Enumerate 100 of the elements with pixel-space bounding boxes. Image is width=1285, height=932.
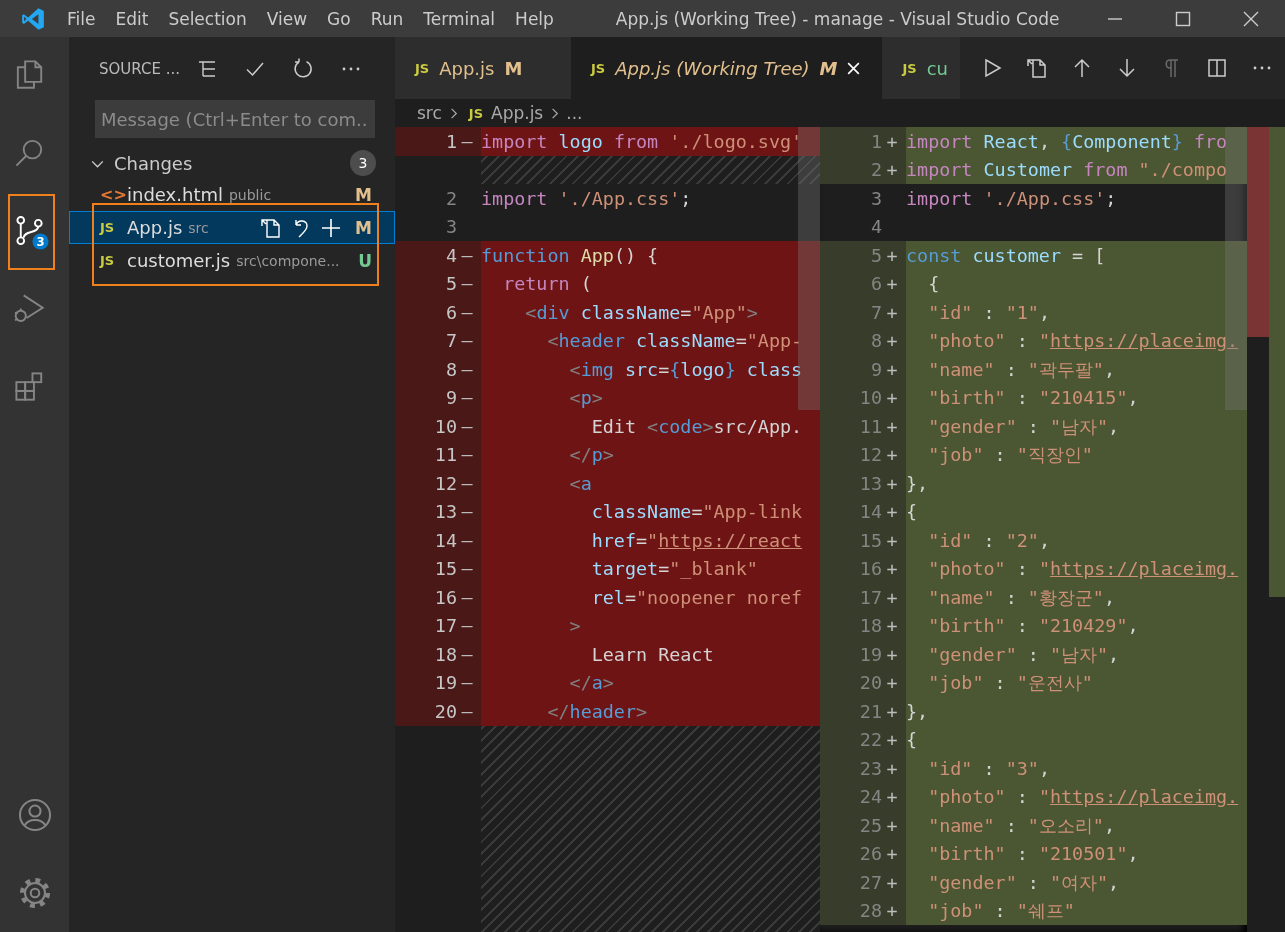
line-number: 21 <box>858 700 882 722</box>
line-number: 12 <box>858 444 882 466</box>
line-number: 19 <box>858 643 882 665</box>
count-badge: 3 <box>350 150 376 176</box>
menu-item[interactable]: Run <box>360 8 414 29</box>
line-number: 9 <box>444 387 457 409</box>
line-number: 20 <box>858 672 882 694</box>
diff-marker: — <box>460 130 474 152</box>
line-number: 10 <box>858 387 882 409</box>
change-entry[interactable]: <>index.html public M <box>69 178 395 211</box>
status-letter: U <box>358 250 372 271</box>
menu-item[interactable]: Go <box>317 8 361 29</box>
line-number: 4 <box>869 216 882 238</box>
file-type-icon: JS <box>468 105 484 121</box>
line-number: 5 <box>444 273 457 295</box>
diff-marker: + <box>885 415 899 437</box>
panel-title: SOURCE ... <box>99 59 181 78</box>
breadcrumb-item[interactable]: src <box>417 103 442 123</box>
line-number: 7 <box>869 301 882 323</box>
diff-marker: — <box>460 387 474 409</box>
editor-tab[interactable]: JS App.js M <box>395 37 571 99</box>
line-number: 19 <box>433 672 457 694</box>
code-line: function App() { <box>481 244 659 266</box>
line-number: 17 <box>858 586 882 608</box>
file-type-icon: JS <box>415 60 430 76</box>
menu-item[interactable]: Terminal <box>413 8 506 29</box>
line-number: 18 <box>433 643 457 665</box>
line-number: 15 <box>858 529 882 551</box>
diff-marker: — <box>460 273 474 295</box>
diff-marker: — <box>460 586 474 608</box>
line-number: 24 <box>858 786 882 808</box>
diff-marker: + <box>885 700 899 722</box>
diff-marker: + <box>885 301 899 323</box>
diff-marker: + <box>885 729 899 751</box>
code-line: "id" : "2", <box>927 529 1050 551</box>
window-title: App.js (Working Tree) - manage - Visual Studio Code <box>615 8 1060 29</box>
code-line: <header className="App- <box>546 330 803 352</box>
code-line: href="https://react <box>590 529 803 551</box>
editor-tab[interactable]: JS cu <box>882 37 960 99</box>
diff-marker: — <box>460 415 474 437</box>
menu-item[interactable]: Selection <box>158 8 257 29</box>
count-badge: 3 <box>32 233 49 250</box>
code-line: <div className="App"> <box>524 301 758 323</box>
diff-marker: — <box>460 529 474 551</box>
code-line: <p> <box>568 387 603 409</box>
file-type-icon: JS <box>902 60 917 76</box>
line-number: 16 <box>858 558 882 580</box>
change-entry[interactable]: JS customer.js src\compone... U <box>69 244 395 277</box>
file-type-icon: JS <box>100 253 127 268</box>
status-letter: M <box>504 57 523 79</box>
refresh-icon[interactable] <box>291 56 315 81</box>
line-number: 7 <box>444 330 457 352</box>
line-number: 2 <box>869 159 882 181</box>
status-letter: M <box>819 57 838 79</box>
line-number: 18 <box>858 615 882 637</box>
file-name: index.html <box>127 184 223 205</box>
code-line: <img src={logo} class <box>568 358 803 380</box>
diff-marker: + <box>885 358 899 380</box>
menu-item[interactable]: File <box>57 8 106 29</box>
code-line: const customer = [ <box>906 244 1106 266</box>
line-number: 12 <box>433 472 457 494</box>
code-line: import logo from './logo.svg' <box>481 130 803 152</box>
diff-marker: + <box>885 159 899 181</box>
code-line: }, <box>906 700 929 722</box>
tab-label: cu <box>926 57 948 79</box>
diff-marker: + <box>885 615 899 637</box>
line-number: 14 <box>433 529 457 551</box>
diff-marker: + <box>885 273 899 295</box>
diff-marker: + <box>885 130 899 152</box>
code-line: }, <box>906 472 929 494</box>
diff-marker: + <box>885 444 899 466</box>
menu-item[interactable]: Edit <box>105 8 159 29</box>
line-number: 3 <box>444 216 457 238</box>
line-number: 4 <box>444 244 457 266</box>
status-letter: M <box>355 217 372 238</box>
code-line: <a <box>568 472 592 494</box>
diff-marker: + <box>885 529 899 551</box>
editor-tab[interactable]: JS App.js (Working Tree) M <box>571 37 883 99</box>
code-line: return ( <box>502 273 592 295</box>
diff-marker: — <box>460 301 474 323</box>
line-number: 17 <box>433 615 457 637</box>
menu-item[interactable]: View <box>256 8 318 29</box>
code-line: className="App-link <box>590 501 803 523</box>
line-number: 5 <box>869 244 882 266</box>
diff-marker: + <box>885 757 899 779</box>
line-number: 8 <box>444 358 457 380</box>
line-number: 13 <box>433 501 457 523</box>
breadcrumb-item[interactable]: App.js <box>491 103 544 123</box>
code-line: Edit <code>src/App. <box>590 415 803 437</box>
code-line: "job" : "직장인" <box>927 443 1093 468</box>
section-title[interactable]: Changes <box>114 152 193 174</box>
change-entry[interactable]: JS App.js src M <box>69 211 395 244</box>
code-line: "job" : "쉐프" <box>927 899 1075 924</box>
diff-marker: — <box>460 244 474 266</box>
message-field[interactable]: Message (Ctrl+Enter to com... <box>95 100 375 138</box>
breadcrumb-item[interactable]: ... <box>566 103 583 123</box>
code-line: "gender" : "남자", <box>927 642 1120 667</box>
menu-item[interactable]: Help <box>505 8 564 29</box>
code-line: "id" : "1", <box>927 301 1050 323</box>
diff-marker: — <box>460 615 474 637</box>
